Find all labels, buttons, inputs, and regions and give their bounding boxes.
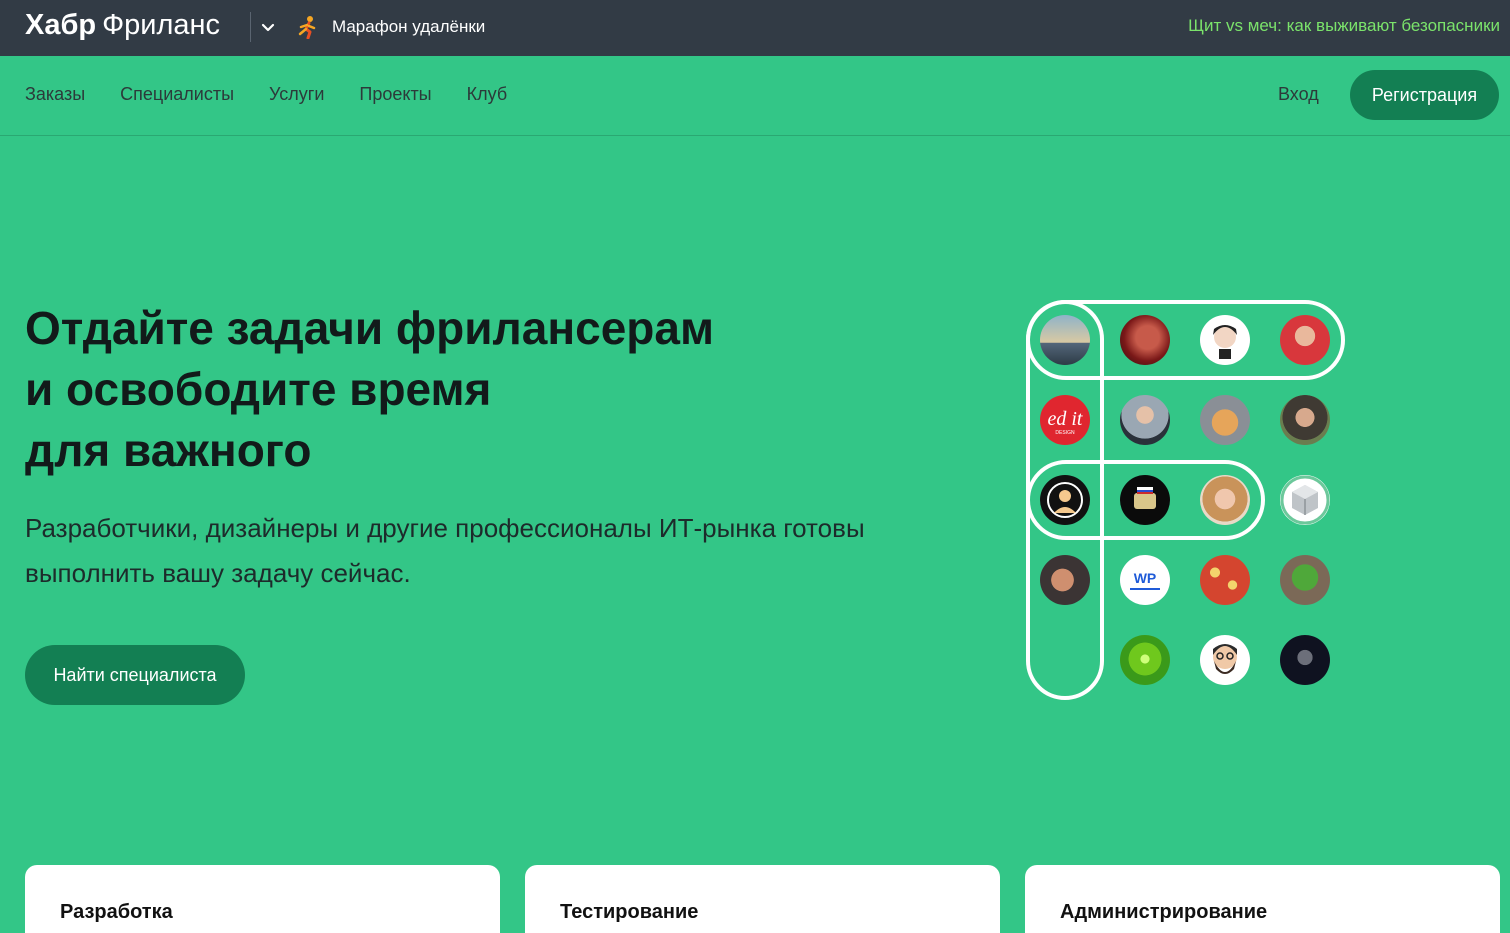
avatar[interactable] — [1280, 315, 1330, 365]
brand-name-light: Фриланс — [102, 9, 221, 41]
avatar[interactable] — [1200, 475, 1250, 525]
login-link[interactable]: Вход — [1278, 84, 1319, 105]
category-title: Тестирование — [560, 901, 699, 923]
brand-name-bold: Хабр — [25, 9, 97, 41]
hero-title-line: для важного — [25, 424, 312, 476]
svg-text:WP: WP — [1134, 570, 1157, 586]
nav-item-services[interactable]: Услуги — [269, 84, 324, 105]
runner-icon — [298, 16, 316, 39]
category-card-administration[interactable]: Администрирование — [1025, 865, 1500, 933]
avatar[interactable] — [1040, 635, 1090, 685]
nav-links: Заказы Специалисты Услуги Проекты Клуб — [25, 84, 507, 105]
avatar[interactable] — [1200, 395, 1250, 445]
chevron-down-icon[interactable] — [258, 17, 278, 37]
avatar[interactable] — [1200, 315, 1250, 365]
promo-label: Марафон удалёнки — [332, 17, 486, 36]
avatar[interactable] — [1040, 555, 1090, 605]
avatar[interactable] — [1120, 635, 1170, 685]
avatar[interactable] — [1200, 555, 1250, 605]
avatar[interactable] — [1040, 315, 1090, 365]
find-specialist-button[interactable]: Найти специалиста — [25, 645, 245, 705]
top-bar: Хабр Фриланс Марафон удалёнки Щит vs меч:… — [0, 0, 1510, 56]
avatar[interactable] — [1120, 315, 1170, 365]
avatar[interactable]: ed it DESIGN — [1040, 395, 1090, 445]
avatar[interactable] — [1200, 635, 1250, 685]
avatar[interactable] — [1280, 555, 1330, 605]
divider — [250, 12, 251, 42]
category-title: Разработка — [60, 901, 173, 923]
avatar[interactable] — [1280, 635, 1330, 685]
brand-logo[interactable]: Хабр Фриланс — [25, 8, 220, 42]
news-link[interactable]: Щит vs меч: как выживают безопасники — [1188, 16, 1500, 36]
hero-title-line: и освободите время — [25, 363, 492, 415]
hero-title-line: Отдайте задачи фрилансерам — [25, 302, 714, 354]
register-button[interactable]: Регистрация — [1350, 70, 1499, 120]
avatar[interactable]: WP — [1120, 555, 1170, 605]
nav-item-orders[interactable]: Заказы — [25, 84, 85, 105]
promo-link[interactable]: Марафон удалёнки — [296, 14, 485, 40]
hero-title: Отдайте задачи фрилансерам и освободите … — [25, 298, 714, 481]
avatar[interactable] — [1120, 475, 1170, 525]
avatar[interactable] — [1040, 475, 1090, 525]
avatar[interactable] — [1280, 395, 1330, 445]
category-card-development[interactable]: Разработка — [25, 865, 500, 933]
nav-item-club[interactable]: Клуб — [467, 84, 508, 105]
category-card-testing[interactable]: Тестирование — [525, 865, 1000, 933]
avatar[interactable] — [1120, 395, 1170, 445]
svg-text:DESIGN: DESIGN — [1055, 430, 1075, 436]
nav-item-specialists[interactable]: Специалисты — [120, 84, 234, 105]
svg-text:ed it: ed it — [1048, 408, 1083, 430]
nav-item-projects[interactable]: Проекты — [359, 84, 431, 105]
hero-subtitle: Разработчики, дизайнеры и другие професс… — [25, 513, 865, 588]
avatar[interactable] — [1280, 475, 1330, 525]
category-title: Администрирование — [1060, 901, 1268, 923]
main-nav: Заказы Специалисты Услуги Проекты Клуб В… — [0, 56, 1510, 136]
